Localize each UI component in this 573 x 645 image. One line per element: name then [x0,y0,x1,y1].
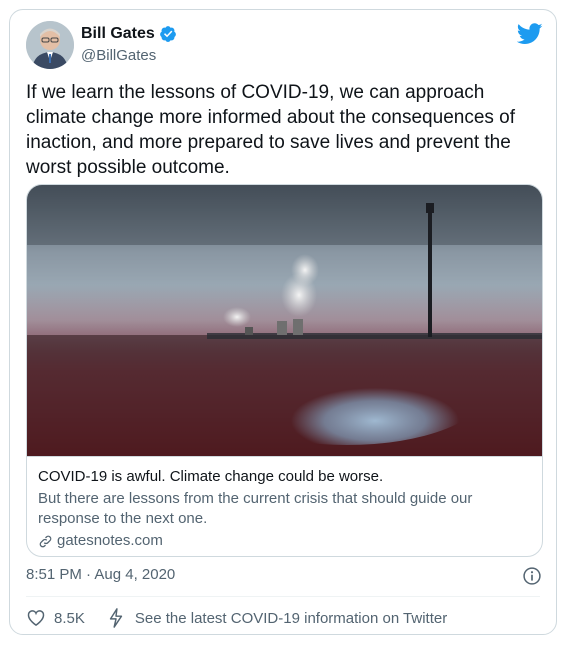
link-preview-image [27,185,542,456]
author-name[interactable]: Bill Gates [81,25,155,43]
lightning-bolt-icon [109,608,123,628]
link-icon [39,535,52,547]
like-button[interactable]: 8.5K [26,608,85,628]
link-domain-row: gatesnotes.com [38,531,533,551]
covid-info-link[interactable]: See the latest COVID-19 information on T… [107,608,447,628]
link-description: But there are lessons from the current c… [38,490,473,527]
author-handle[interactable]: @BillGates [81,47,156,64]
twitter-bird-icon[interactable] [517,23,543,45]
tweet-actions: 8.5K See the latest COVID-19 information… [26,608,447,628]
avatar-image [26,21,74,69]
link-domain: gatesnotes.com [57,532,163,549]
tweet-card: Bill Gates @BillGates If we learn the le… [9,9,557,635]
tweet-text: If we learn the lessons of COVID-19, we … [26,82,516,178]
verified-badge-icon [159,26,176,42]
tweet-timestamp[interactable]: 8:51 PM · Aug 4, 2020 [26,566,175,583]
link-preview-card[interactable]: COVID-19 is awful. Climate change could … [26,184,543,557]
link-preview-info: COVID-19 is awful. Climate change could … [27,456,542,551]
avatar[interactable] [26,21,74,69]
author-name-row[interactable]: Bill Gates [81,25,177,43]
divider [26,596,540,597]
covid-info-label: See the latest COVID-19 information on T… [134,609,448,627]
likes-count: 8.5K [54,609,85,627]
heart-icon [27,610,45,626]
info-icon[interactable] [522,566,542,586]
link-title: COVID-19 is awful. Climate change could … [38,468,384,485]
